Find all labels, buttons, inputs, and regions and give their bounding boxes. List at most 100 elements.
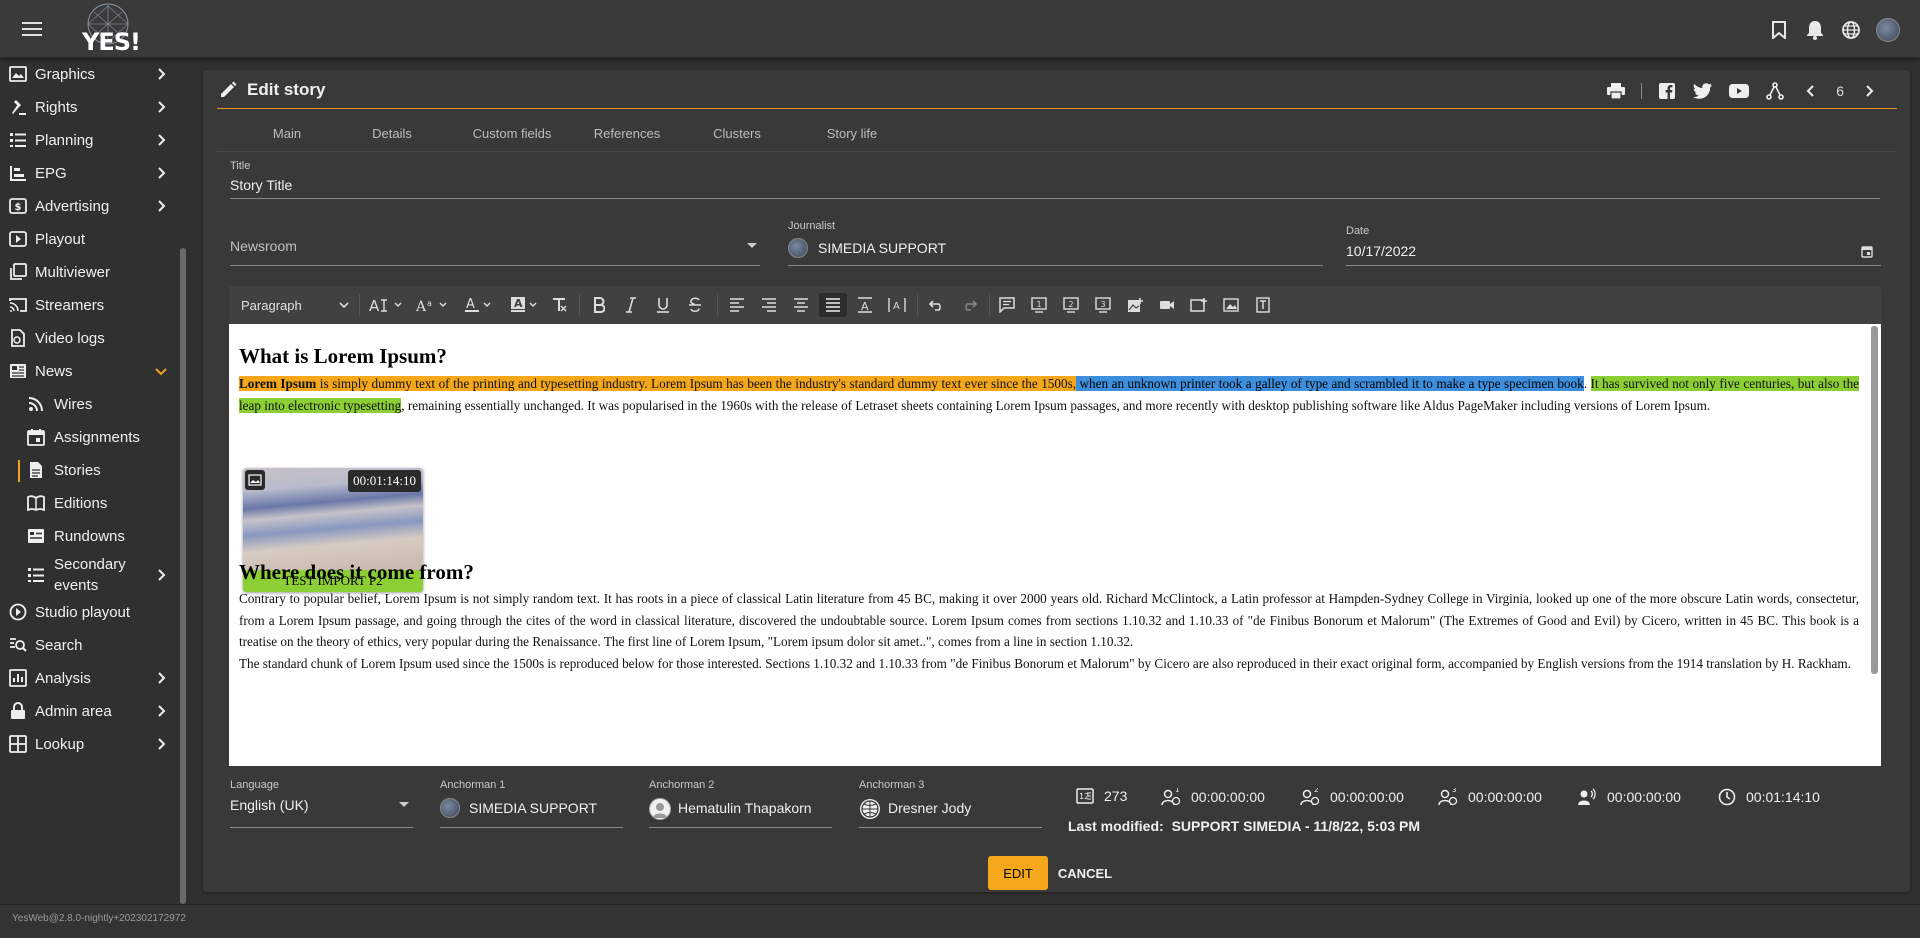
insert-image-button[interactable] (1123, 293, 1147, 317)
tab-story-life[interactable]: Story life (812, 112, 892, 152)
header-divider (217, 108, 1897, 109)
sidebar-item-rights[interactable]: Rights (0, 91, 176, 123)
editor-scrollbar[interactable] (1871, 326, 1878, 674)
tab-references[interactable]: References (582, 112, 672, 152)
sidebar-item-graphics[interactable]: Graphics (0, 58, 176, 90)
twitter-icon[interactable] (1692, 80, 1714, 102)
sidebar-item-assignments[interactable]: Assignments (0, 421, 176, 453)
chevron-right-icon (158, 569, 166, 581)
anchor1-input[interactable]: SIMEDIA SUPPORT (469, 800, 597, 816)
insert-anchor-3-button[interactable]: 3 (1091, 293, 1115, 317)
align-center-button[interactable] (789, 293, 813, 317)
insert-box-button[interactable] (1187, 293, 1211, 317)
chevron-down-icon (339, 301, 349, 308)
sidebar-item-playout[interactable]: Playout (0, 223, 176, 255)
sidebar-item-advertising[interactable]: $ Advertising (0, 190, 176, 222)
text-direction-button[interactable]: A (853, 293, 877, 317)
insert-anchor-2-button[interactable]: 2 (1059, 293, 1083, 317)
sidebar-item-streamers[interactable]: Streamers (0, 289, 176, 321)
insert-graphic-button[interactable] (1219, 293, 1243, 317)
list-icon (26, 565, 46, 585)
sidebar-item-lookup[interactable]: Lookup (0, 728, 176, 760)
sidebar-item-studio-playout[interactable]: Studio playout (0, 596, 176, 628)
sidebar-item-search[interactable]: Search (0, 629, 176, 661)
sidebar-item-editions[interactable]: Editions (0, 487, 176, 519)
language-select[interactable]: English (UK) (230, 797, 309, 813)
title-input[interactable]: Story Title (230, 177, 292, 193)
dropdown-arrow-icon[interactable] (398, 801, 410, 809)
align-right-button[interactable] (757, 293, 781, 317)
sidebar-scrollbar[interactable] (180, 248, 186, 904)
video-log-icon (8, 328, 28, 348)
last-modified: Last modified: SUPPORT SIMEDIA - 11/8/22… (1068, 818, 1420, 834)
date-input[interactable]: 10/17/2022 (1346, 243, 1416, 259)
chevron-right-icon[interactable] (1858, 80, 1880, 102)
align-left-icon (730, 298, 744, 312)
sidebar-item-label: Admin area (35, 702, 112, 720)
paragraph-format-select[interactable]: Paragraph (237, 293, 353, 317)
text-spacing-button[interactable]: A (885, 293, 909, 317)
sidebar-item-multiviewer[interactable]: Multiviewer (0, 256, 176, 288)
comment-button[interactable] (995, 293, 1019, 317)
card-header: Edit story (219, 80, 325, 100)
voice-time-stat: 00:00:00:00 (1577, 788, 1681, 806)
calendar-icon[interactable] (1861, 245, 1873, 258)
dropdown-arrow-icon[interactable] (746, 242, 758, 250)
sidebar-item-rundowns[interactable]: Rundowns (0, 520, 176, 552)
bell-icon[interactable] (1804, 19, 1826, 41)
play-icon (8, 229, 28, 249)
font-family-button[interactable]: Aa (411, 293, 451, 317)
align-left-button[interactable] (725, 293, 749, 317)
italic-button[interactable] (619, 293, 643, 317)
newsroom-select[interactable]: Newsroom (230, 238, 297, 254)
sidebar-item-analysis[interactable]: Analysis (0, 662, 176, 694)
bold-button[interactable] (587, 293, 611, 317)
anchor3-input[interactable]: Dresner Jody (888, 800, 971, 816)
toolbar-divider (717, 294, 718, 316)
underline-button[interactable] (651, 293, 675, 317)
redo-button[interactable] (957, 293, 981, 317)
app-logo[interactable]: YES! (70, 2, 146, 56)
sidebar-item-wires[interactable]: Wires (0, 388, 176, 420)
insert-template-button[interactable] (1251, 293, 1275, 317)
bookmark-icon[interactable] (1768, 19, 1790, 41)
tab-clusters[interactable]: Clusters (697, 112, 777, 152)
cancel-button[interactable]: CANCEL (1053, 856, 1117, 890)
menu-icon[interactable] (20, 18, 44, 40)
paragraph-1: Lorem Ipsum is simply dummy text of the … (239, 373, 1860, 416)
sidebar-item-secondary-events[interactable]: Secondary events (0, 553, 176, 597)
share-network-icon[interactable] (1764, 80, 1786, 102)
journalist-input[interactable]: SIMEDIA SUPPORT (818, 240, 946, 256)
sidebar-item-planning[interactable]: Planning (0, 124, 176, 156)
strikethrough-button[interactable] (683, 293, 707, 317)
sidebar-item-stories[interactable]: Stories (0, 454, 176, 486)
sidebar-item-video-logs[interactable]: Video logs (0, 322, 176, 354)
globe-icon[interactable] (1840, 19, 1862, 41)
tab-main[interactable]: Main (257, 112, 317, 152)
insert-anchor-1-button[interactable]: 1 (1027, 293, 1051, 317)
undo-button[interactable] (925, 293, 949, 317)
story-editor[interactable]: What is Lorem Ipsum? Lorem Ipsum is simp… (229, 324, 1881, 766)
sidebar-item-epg[interactable]: EPG (0, 157, 176, 189)
tab-details[interactable]: Details (362, 112, 422, 152)
sidebar-item-label: Editions (54, 494, 108, 512)
font-color-button[interactable]: A (457, 293, 497, 317)
sidebar-item-news[interactable]: News (0, 355, 176, 387)
youtube-icon[interactable] (1728, 80, 1750, 102)
print-icon[interactable] (1605, 80, 1627, 102)
sidebar-item-label: Lookup (35, 735, 85, 753)
chevron-left-icon[interactable] (1800, 80, 1822, 102)
sidebar-item-admin-area[interactable]: Admin area (0, 695, 176, 727)
font-size-button[interactable]: A (365, 293, 405, 317)
background-color-button[interactable]: A (503, 293, 543, 317)
insert-video-button[interactable] (1155, 293, 1179, 317)
anchor2-input[interactable]: Hematulin Thapakorn (678, 800, 812, 816)
user-avatar[interactable] (1876, 18, 1900, 42)
chevron-down-icon (439, 302, 446, 307)
search-icon (8, 635, 28, 655)
tab-custom-fields[interactable]: Custom fields (467, 112, 557, 152)
clear-format-button[interactable] (547, 293, 571, 317)
edit-button[interactable]: EDIT (988, 856, 1048, 890)
align-justify-button[interactable] (819, 293, 847, 317)
facebook-icon[interactable] (1656, 80, 1678, 102)
